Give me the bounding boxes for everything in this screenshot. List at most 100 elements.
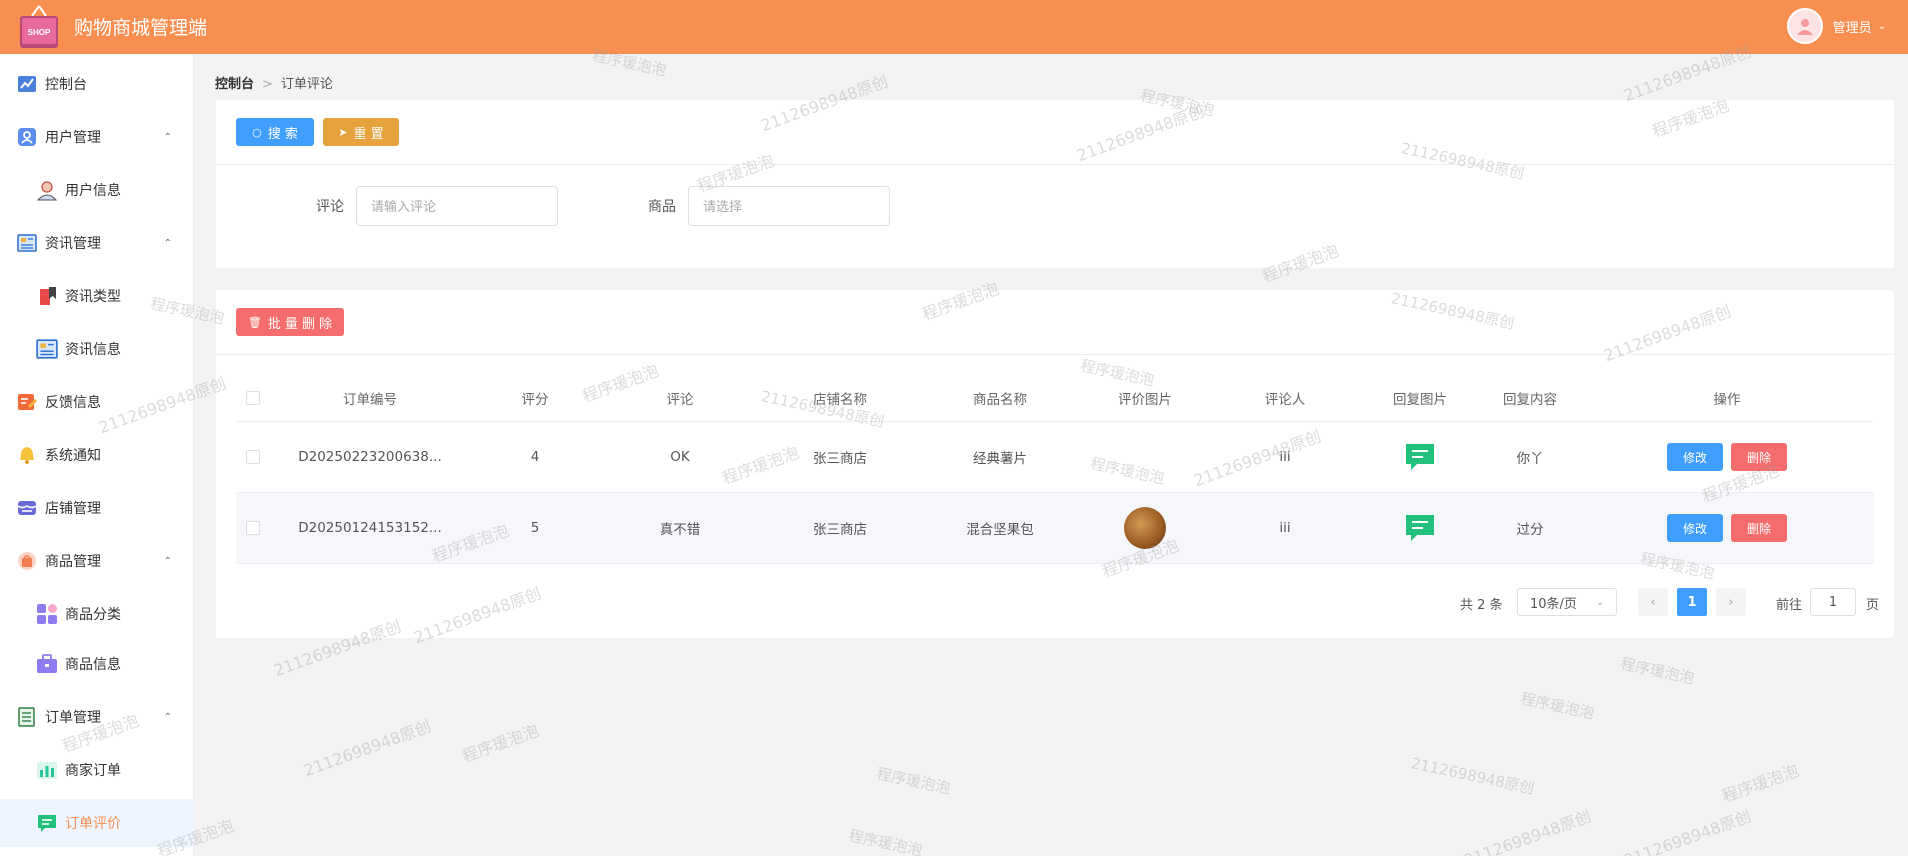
sidebar: 控制台 用户管理 ⌃ 用户信息 资讯管理 ⌃ 资讯类型 资讯信息 反馈信息 系统… xyxy=(0,54,194,856)
comment-input[interactable] xyxy=(356,186,558,226)
delete-button[interactable]: 删除 xyxy=(1731,443,1787,471)
review-image-nuts[interactable] xyxy=(1124,507,1166,549)
page-size-value: 10条/页 xyxy=(1530,596,1577,612)
sidebar-item-order-review[interactable]: 订单评价 xyxy=(0,799,194,847)
sidebar-item-user-management[interactable]: 用户管理 ⌃ xyxy=(0,113,194,161)
news-icon xyxy=(36,339,58,359)
watermark-text: 程序瑗泡泡 xyxy=(1719,760,1802,807)
sidebar-item-order-management[interactable]: 订单管理 ⌃ xyxy=(0,693,194,741)
watermark-text: 程序瑗泡泡 xyxy=(874,764,952,798)
order-number: D20250124153152... xyxy=(298,520,442,536)
sidebar-item-label: 订单评价 xyxy=(65,816,121,832)
goto-label: 前往 xyxy=(1776,598,1803,613)
watermark-text: 2112698948原创 xyxy=(1461,806,1594,856)
avatar xyxy=(1786,8,1823,44)
watermark-text: 2112698948原创 xyxy=(1409,754,1536,798)
divider xyxy=(216,354,1894,355)
sidebar-item-product-management[interactable]: 商品管理 ⌃ xyxy=(0,537,194,585)
sidebar-item-label: 用户信息 xyxy=(65,183,121,199)
review-image-empty xyxy=(1080,422,1210,492)
chevron-up-icon: ⌃ xyxy=(163,711,172,723)
shop-icon xyxy=(17,501,37,515)
column-header: 商品名称 xyxy=(973,391,1027,408)
sidebar-item-shop-management[interactable]: 店铺管理 xyxy=(0,484,194,532)
sidebar-item-notification[interactable]: 系统通知 xyxy=(0,431,194,479)
table-row: D20250223200638... 4 OK 张三商店 经典薯片 iii 你丫… xyxy=(236,422,1874,493)
page-size-select[interactable]: 10条/页 ⌄ xyxy=(1517,588,1617,616)
sidebar-item-news-type[interactable]: 资讯类型 xyxy=(0,272,194,320)
row-checkbox[interactable] xyxy=(246,450,260,464)
comment-icon xyxy=(38,815,56,832)
comment-label: 评论 xyxy=(316,199,344,215)
score: 5 xyxy=(530,520,540,536)
sidebar-item-news-management[interactable]: 资讯管理 ⌃ xyxy=(0,219,194,267)
sidebar-item-user-info[interactable]: 用户信息 xyxy=(0,166,194,214)
delete-button[interactable]: 删除 xyxy=(1731,514,1787,542)
reply-message-icon[interactable] xyxy=(1403,442,1437,472)
bar-chart-icon xyxy=(37,762,57,779)
watermark-text: 程序瑗泡泡 xyxy=(1518,689,1596,723)
sidebar-item-label: 反馈信息 xyxy=(45,395,101,411)
sidebar-item-dashboard[interactable]: 控制台 xyxy=(0,60,194,108)
reply-content: 过分 xyxy=(1516,522,1544,538)
edit-button[interactable]: 修改 xyxy=(1667,514,1723,542)
reset-button[interactable]: ➤ 重 置 xyxy=(323,118,399,146)
reset-button-label: 重 置 xyxy=(353,126,384,142)
sidebar-item-product-info[interactable]: 商品信息 xyxy=(0,640,194,688)
reply-content: 你丫 xyxy=(1516,451,1544,467)
chevron-right-icon: > xyxy=(262,77,273,92)
sidebar-item-label: 资讯管理 xyxy=(45,236,101,252)
app-title: 购物商城管理端 xyxy=(74,17,208,39)
bag-icon xyxy=(18,552,36,570)
shop-logo-icon: SHOP xyxy=(20,5,58,48)
sidebar-item-label: 订单管理 xyxy=(45,710,101,726)
column-header: 评论人 xyxy=(1264,391,1306,408)
breadcrumb-home[interactable]: 控制台 xyxy=(215,77,254,92)
shop-name: 张三商店 xyxy=(813,451,867,467)
prev-page-button[interactable]: ‹ xyxy=(1638,588,1668,616)
send-icon: ➤ xyxy=(338,125,348,139)
search-panel: ○ 搜 索 ➤ 重 置 评论 商品 xyxy=(216,100,1894,268)
sidebar-item-feedback[interactable]: 反馈信息 xyxy=(0,378,194,426)
order-number: D20250223200638... xyxy=(298,449,442,465)
chevron-down-icon: ⌄ xyxy=(1877,20,1886,32)
product-name: 混合坚果包 xyxy=(966,522,1034,538)
search-button[interactable]: ○ 搜 索 xyxy=(236,118,314,146)
shop-name: 张三商店 xyxy=(813,522,867,538)
comment: OK xyxy=(670,449,690,465)
sidebar-item-label: 系统通知 xyxy=(45,448,101,464)
watermark-text: 2112698948原创 xyxy=(301,716,434,781)
column-header: 评分 xyxy=(521,391,549,408)
goto-page-input[interactable]: 1 xyxy=(1810,588,1856,616)
select-all-checkbox[interactable] xyxy=(246,390,260,405)
search-icon: ○ xyxy=(252,125,262,139)
page-number-current[interactable]: 1 xyxy=(1677,588,1707,616)
product-name: 经典薯片 xyxy=(973,451,1027,467)
reply-message-icon[interactable] xyxy=(1403,513,1437,543)
sidebar-item-news-info[interactable]: 资讯信息 xyxy=(0,325,194,373)
chevron-down-icon: ⌄ xyxy=(1595,596,1604,608)
sidebar-item-merchant-order[interactable]: 商家订单 xyxy=(0,746,194,794)
user-icon xyxy=(18,128,36,146)
bulk-delete-label: 批 量 删 除 xyxy=(267,316,333,332)
sidebar-item-product-category[interactable]: 商品分类 xyxy=(0,590,194,638)
user-avatar-icon xyxy=(36,181,58,201)
row-checkbox[interactable] xyxy=(246,521,260,535)
bulk-delete-button[interactable]: 🗑 批 量 删 除 xyxy=(236,308,344,336)
sidebar-item-label: 店铺管理 xyxy=(45,501,101,517)
watermark-text: 2112698948原创 xyxy=(1621,806,1754,856)
goto-suffix: 页 xyxy=(1866,598,1880,613)
watermark-text: 程序瑗泡泡 xyxy=(1618,654,1696,688)
search-button-label: 搜 索 xyxy=(267,126,298,142)
user-menu[interactable]: 管理员 ⌄ xyxy=(1786,8,1886,44)
briefcase-icon xyxy=(37,654,57,673)
edit-button[interactable]: 修改 xyxy=(1667,443,1723,471)
reviewer: iii xyxy=(1279,520,1291,536)
next-page-button[interactable]: › xyxy=(1716,588,1746,616)
sidebar-item-label: 商品管理 xyxy=(45,554,101,570)
sidebar-item-label: 资讯类型 xyxy=(65,289,121,305)
top-header: SHOP 购物商城管理端 管理员 ⌄ xyxy=(0,0,1908,54)
product-select[interactable] xyxy=(688,186,890,226)
comment: 真不错 xyxy=(659,522,701,538)
score: 4 xyxy=(530,449,540,465)
